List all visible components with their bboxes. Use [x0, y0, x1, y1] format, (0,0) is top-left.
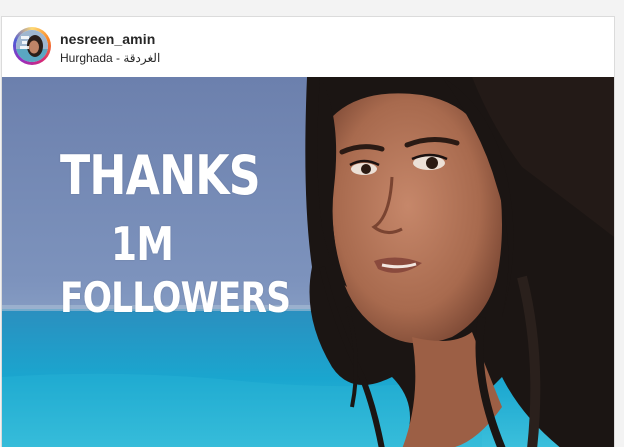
post-image[interactable]: THANKS 1M FOLLOWERS: [2, 77, 614, 447]
overlay-line-followers: FOLLOWERS: [60, 273, 291, 322]
post-header: nesreen_amin Hurghada - الغردقة: [2, 17, 614, 77]
story-ring[interactable]: [13, 27, 51, 65]
overlay-line-1m: 1M: [110, 217, 174, 271]
overlay-line-thanks: THANKS: [60, 144, 261, 207]
username-link[interactable]: nesreen_amin: [60, 31, 155, 47]
post-card: nesreen_amin Hurghada - الغردقة THANKS 1…: [1, 16, 615, 447]
avatar[interactable]: [16, 30, 48, 62]
avatar-image-icon: [16, 30, 48, 62]
location-link[interactable]: Hurghada - الغردقة: [60, 51, 160, 65]
